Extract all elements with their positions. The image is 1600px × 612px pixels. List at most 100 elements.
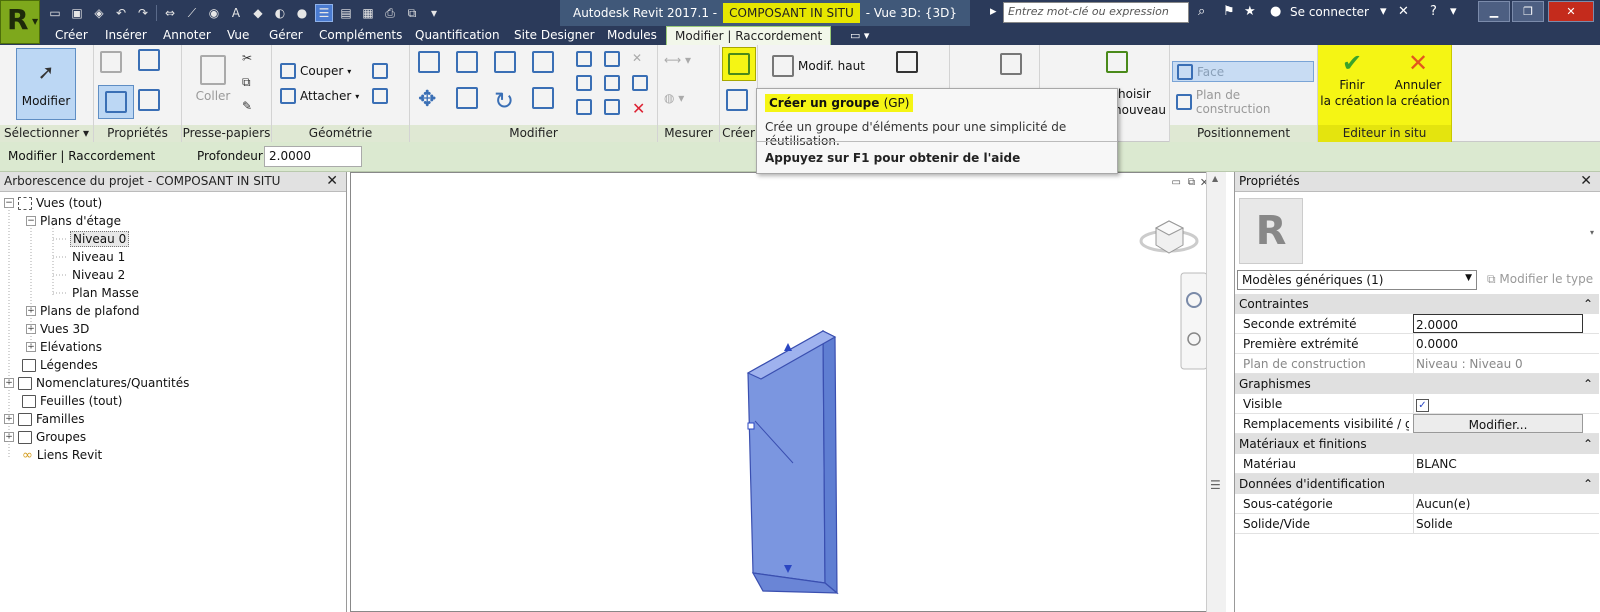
family-category-icon[interactable] (138, 89, 160, 111)
default-3d-icon[interactable]: ▦ (359, 4, 377, 22)
category-identification[interactable]: Données d'identification ⌃ (1235, 474, 1599, 494)
unpin-icon[interactable] (604, 75, 620, 91)
couper-button[interactable]: Couper ▾ (280, 63, 351, 79)
tag-icon[interactable]: ◉ (205, 4, 223, 22)
close-icon[interactable]: ✕ (326, 173, 338, 189)
split-face-icon[interactable] (372, 88, 388, 104)
type-selector[interactable]: Modèles génériques (1) ▼ (1237, 270, 1477, 290)
trim-icon[interactable] (532, 87, 554, 109)
dropdown-icon[interactable]: ▾ (1380, 4, 1387, 19)
close-icon[interactable]: ✕ (1580, 173, 1592, 189)
measure-icon[interactable]: ⇔ (161, 4, 179, 22)
tab-annoter[interactable]: Annoter (163, 26, 211, 45)
print-icon[interactable]: ⎙ (381, 4, 399, 22)
subscription-icon[interactable]: ⚑ (1223, 4, 1235, 19)
mirror-axis-icon[interactable] (494, 51, 516, 73)
dimension-aligned-icon[interactable]: ◍ ▾ (664, 91, 684, 105)
delete-icon[interactable]: ✕ (632, 99, 645, 118)
souscategorie-value[interactable]: Aucun(e) (1413, 494, 1583, 513)
seconde-extremite-input[interactable]: 2.0000 (1413, 314, 1583, 333)
tree-item-nomenclatures[interactable]: + Nomenclatures/Quantités (4, 375, 189, 391)
panel-label-selectionner[interactable]: Sélectionner ▾ (0, 125, 93, 142)
3d-viewport[interactable]: ▭ ⧉ ✕ (350, 172, 1226, 612)
pick-new-host-icon[interactable] (1106, 51, 1128, 73)
tab-inserer[interactable]: Insérer (105, 26, 147, 45)
edit-type-button[interactable]: ⧉ Modifier le type (1487, 272, 1593, 287)
visible-checkbox[interactable]: ✓ (1416, 399, 1429, 412)
expand-icon[interactable]: + (26, 342, 36, 352)
collapse-icon[interactable]: − (26, 216, 36, 226)
move-icon[interactable]: ✥ (418, 87, 436, 112)
materiau-value[interactable]: BLANC (1413, 454, 1583, 473)
array-icon[interactable] (576, 75, 592, 91)
category-contraintes[interactable]: Contraintes ⌃ (1235, 294, 1599, 314)
offset-icon[interactable] (456, 51, 478, 73)
view-cube-icon[interactable] (1139, 220, 1199, 254)
close-hidden-icon[interactable]: ▤ (337, 4, 355, 22)
tab-gerer[interactable]: Gérer (269, 26, 303, 45)
thin-lines-icon[interactable]: ● (293, 4, 311, 22)
dimension-icon[interactable]: ⟋ (183, 4, 201, 22)
tab-quantification[interactable]: Quantification (415, 26, 500, 45)
tree-item-groupes[interactable]: + Groupes (4, 429, 86, 445)
generic-model-extrusion[interactable] (746, 329, 839, 595)
collapse-icon[interactable]: − (4, 198, 14, 208)
tree-item-niveau-2[interactable]: Niveau 2 (72, 267, 125, 283)
copy-icon[interactable]: ⧉ (242, 75, 251, 90)
user-icon[interactable]: ● (1270, 4, 1281, 19)
help-dropdown-icon[interactable]: ▾ (1450, 4, 1457, 19)
viewport-scrollbar[interactable]: ▲ ☰ (1206, 172, 1226, 612)
properties-palette-button[interactable] (98, 85, 134, 119)
tab-modifier-raccordement[interactable]: Modifier | Raccordement (666, 26, 832, 45)
wall-joins-icon[interactable] (372, 63, 388, 79)
type-dropdown-icon[interactable]: ▾ (1590, 228, 1594, 237)
tab-options-icon[interactable]: ▭ ▾ (850, 26, 869, 45)
application-menu-button[interactable]: R ▼ (0, 0, 40, 44)
navigation-bar[interactable] (1180, 272, 1208, 370)
paste-button[interactable]: Coller (194, 49, 232, 109)
measure-distance-icon[interactable]: ⟷ ▾ (664, 53, 691, 67)
expand-icon[interactable]: + (4, 432, 14, 442)
match-properties-icon[interactable]: ✎ (242, 99, 252, 113)
minimize-button[interactable]: ▁ (1478, 1, 1510, 22)
signin-button[interactable]: Se connecter (1290, 5, 1369, 19)
align-icon[interactable] (418, 51, 440, 73)
expand-icon[interactable]: + (4, 378, 14, 388)
windows-icon[interactable]: ⧉ (403, 4, 421, 22)
premiere-extremite-value[interactable]: 0.0000 (1413, 334, 1583, 353)
split-gap-icon[interactable]: ✕ (632, 51, 642, 65)
modif-haut-button[interactable]: Modif. haut (772, 55, 865, 77)
tree-item-plan-masse[interactable]: Plan Masse (72, 285, 139, 301)
scroll-up-icon[interactable]: ▲ (1212, 174, 1218, 183)
help-icon[interactable]: ? (1430, 4, 1437, 19)
pin-icon[interactable] (604, 99, 620, 115)
undo-icon[interactable]: ↶ (112, 4, 130, 22)
scroll-thumb-icon[interactable]: ☰ (1210, 478, 1221, 492)
rotate-icon[interactable]: ↻ (494, 87, 514, 115)
open-icon[interactable]: ▭ (46, 4, 64, 22)
sync-icon[interactable]: ◈ (90, 4, 108, 22)
family-types-icon[interactable] (138, 49, 160, 71)
profondeur-input[interactable]: 2.0000 (264, 146, 362, 167)
type-properties-icon[interactable] (100, 51, 122, 73)
expand-icon[interactable]: + (4, 414, 14, 424)
scale-icon[interactable] (576, 99, 592, 115)
tab-creer[interactable]: Créer (55, 26, 88, 45)
edit-blend-icon[interactable] (896, 51, 918, 73)
expand-icon[interactable]: + (26, 306, 36, 316)
tree-item-plans-plafond[interactable]: + Plans de plafond (26, 303, 140, 319)
binoculars-icon[interactable]: ⌕ (1198, 4, 1205, 19)
work-plane-button[interactable]: Plan de construction (1176, 88, 1317, 116)
exchange-icon[interactable]: ✕ (1398, 4, 1409, 19)
expand-icon[interactable]: + (26, 324, 36, 334)
chevron-right-icon[interactable]: ▸ (990, 4, 997, 19)
tree-item-vues-3d[interactable]: + Vues 3D (26, 321, 89, 337)
tree-item-plans-etage[interactable]: − Plans d'étage (26, 213, 121, 229)
tree-item-niveau-1[interactable]: Niveau 1 (72, 249, 125, 265)
tab-site-designer[interactable]: Site Designer (514, 26, 595, 45)
tab-modules[interactable]: Modules (607, 26, 657, 45)
finir-creation-button[interactable]: ✔ Finir la création (1320, 45, 1384, 125)
tab-vue[interactable]: Vue (227, 26, 249, 45)
tree-item-legendes[interactable]: Légendes (22, 357, 98, 373)
close-window-button[interactable]: ✕ (1548, 1, 1594, 22)
